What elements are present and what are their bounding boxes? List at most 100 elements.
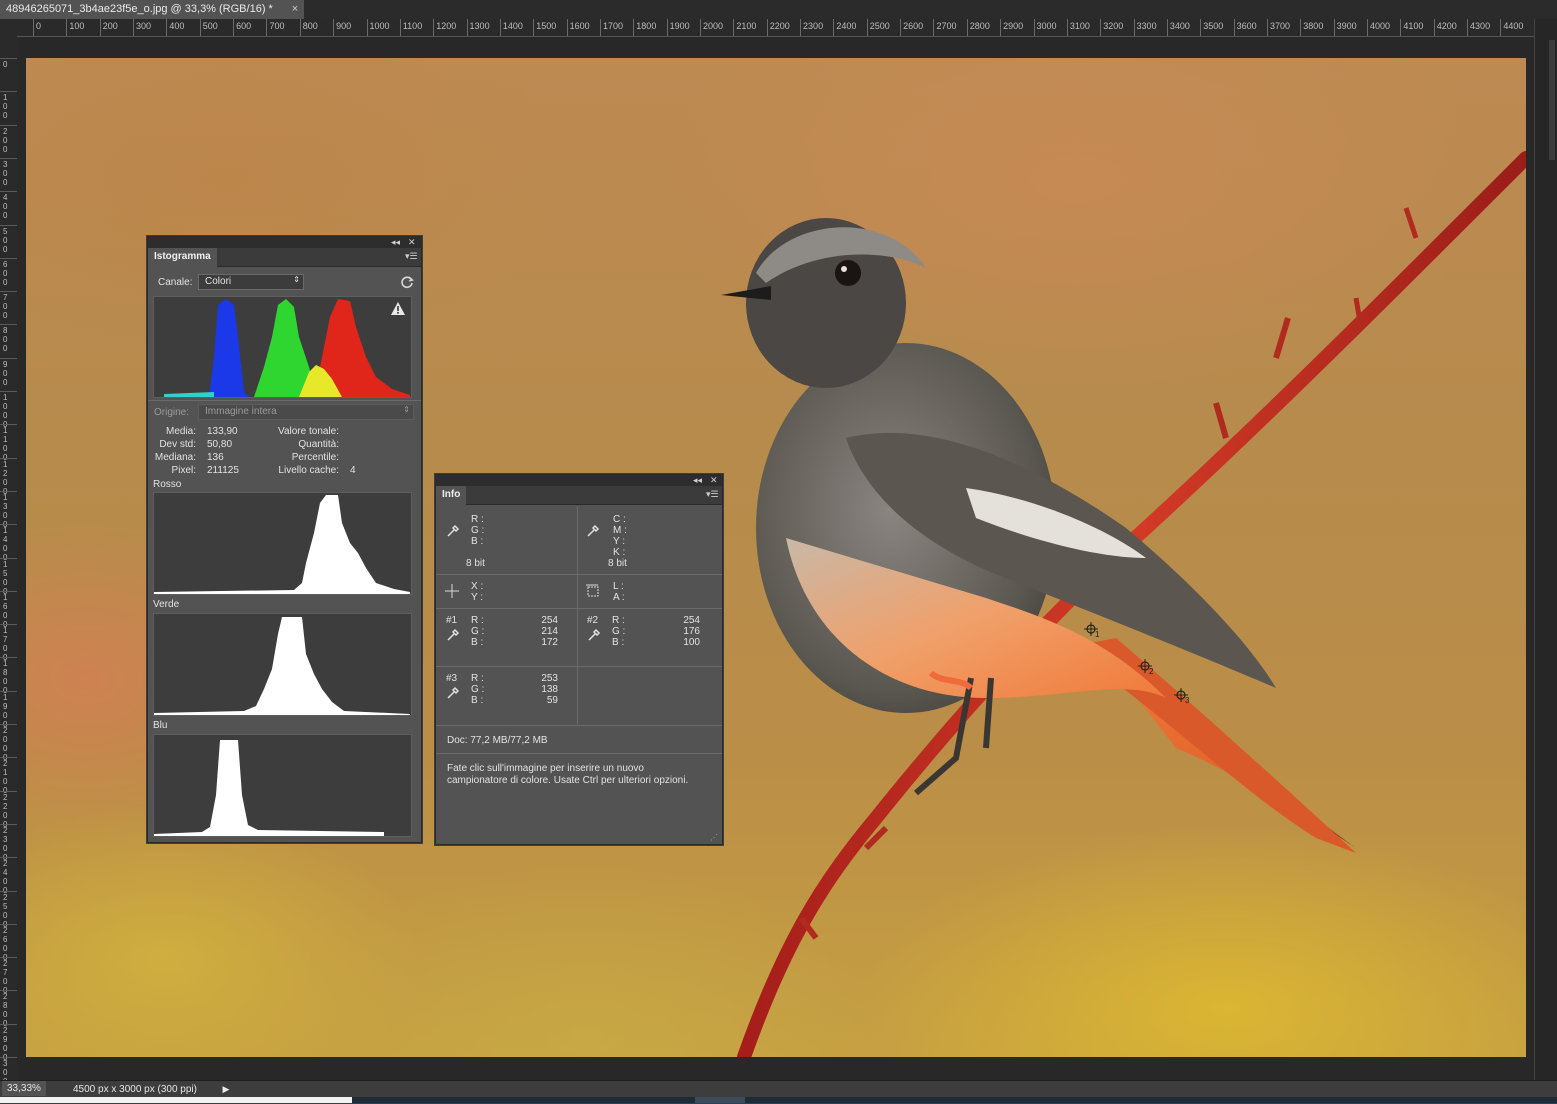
ruler-tick xyxy=(1233,19,1235,36)
rgb-label-g: G : xyxy=(471,525,485,536)
sampler-number: 2 xyxy=(1149,667,1154,676)
color-sampler-marker[interactable]: 3 xyxy=(1174,688,1192,706)
color-sampler-marker[interactable]: 2 xyxy=(1138,659,1156,677)
eyedropper-icon[interactable] xyxy=(446,628,460,642)
zoom-input[interactable]: 33,33% xyxy=(2,1081,46,1096)
taskbar-item xyxy=(695,1097,745,1103)
collapse-panel-icon[interactable]: ◂◂ xyxy=(693,475,702,486)
stat-label: Mediana: xyxy=(154,452,196,463)
stat-label: Quantità: xyxy=(298,439,339,450)
ruler-tick-label: 2500 xyxy=(869,21,890,31)
source-select[interactable]: Immagine intera ⇕ xyxy=(198,404,414,420)
ruler-tick-label: 2700 xyxy=(936,21,957,31)
tab-info[interactable]: Info xyxy=(436,486,467,505)
ruler-tick-label: 100 xyxy=(69,21,85,31)
ruler-tick xyxy=(0,291,17,293)
sampler-value: 254 xyxy=(541,615,558,626)
ruler-tick xyxy=(1100,19,1102,36)
ruler-tick-label: 2900 xyxy=(1003,21,1024,31)
status-menu-arrow-icon[interactable]: ▶ xyxy=(220,1082,232,1096)
ruler-tick xyxy=(0,1057,17,1058)
ruler-tick-label: 200 xyxy=(3,126,8,154)
ruler-tick xyxy=(399,19,401,36)
stat-value: 4 xyxy=(350,465,356,476)
close-panel-icon[interactable]: ✕ xyxy=(710,475,718,486)
ruler-tick xyxy=(0,557,17,559)
collapse-panel-icon[interactable]: ◂◂ xyxy=(391,237,400,248)
sampler-value: 254 xyxy=(683,615,700,626)
ruler-tick xyxy=(833,19,835,36)
sampler-label: G : xyxy=(471,626,485,637)
ruler-tick xyxy=(466,19,468,36)
coord-label-y: Y : xyxy=(471,592,484,603)
ruler-tick xyxy=(1400,19,1402,36)
close-tab-icon[interactable]: × xyxy=(288,0,302,19)
ruler-tick-label: 3200 xyxy=(1103,21,1124,31)
ruler-tick xyxy=(0,823,17,825)
ruler-tick-label: 400 xyxy=(169,21,185,31)
channel-title-blue: Blu xyxy=(153,720,168,731)
ruler-tick xyxy=(0,724,17,725)
refresh-icon[interactable] xyxy=(400,275,414,289)
ruler-tick xyxy=(866,19,868,36)
ruler-tick xyxy=(1300,19,1302,36)
document-size-info[interactable]: 4500 px x 3000 px (300 ppi) xyxy=(62,1082,222,1097)
source-divider xyxy=(148,400,421,401)
ruler-tick xyxy=(0,391,17,392)
eyedropper-icon[interactable] xyxy=(446,524,460,538)
ruler-tick xyxy=(299,19,301,36)
cache-warning-icon[interactable] xyxy=(391,302,405,315)
panel-menu-icon[interactable]: ▾☰ xyxy=(405,251,418,261)
close-panel-icon[interactable]: ✕ xyxy=(408,237,416,248)
ruler-tick xyxy=(0,890,17,892)
ruler-tick xyxy=(0,91,17,93)
ruler-horizontal[interactable]: 0 100 200 300 400 500 600 700 800 900 1000 1100 1200… xyxy=(16,19,1534,37)
sampler-label: B : xyxy=(471,637,484,648)
ruler-tick xyxy=(166,19,168,36)
ruler-tick xyxy=(0,690,17,692)
ruler-tick xyxy=(499,19,501,36)
ruler-tick-label: 4200 xyxy=(1436,21,1457,31)
panel-title-bar[interactable] xyxy=(148,237,421,248)
panel-title-bar[interactable] xyxy=(436,475,722,486)
eyedropper-icon[interactable] xyxy=(586,524,600,538)
tab-histogram[interactable]: Istogramma xyxy=(148,248,217,267)
ruler-tick xyxy=(0,657,17,659)
panel-menu-icon[interactable]: ▾☰ xyxy=(706,489,719,499)
red-histogram-graph xyxy=(154,495,410,594)
select-arrows-icon: ⇕ xyxy=(403,405,410,414)
eyedropper-icon[interactable] xyxy=(446,686,460,700)
channel-title-red: Rosso xyxy=(153,479,182,490)
document-tab[interactable]: 48946265071_3b4ae23f5e_o.jpg @ 33,3% (RG… xyxy=(0,0,304,19)
info-divider xyxy=(436,666,722,667)
histogram-graph xyxy=(164,299,410,397)
ruler-tick-label: 1100 xyxy=(402,21,423,31)
rgb-label-b: B : xyxy=(471,536,484,547)
ruler-tick xyxy=(733,19,735,36)
scrollbar-thumb[interactable] xyxy=(1549,40,1555,160)
ruler-tick xyxy=(700,19,701,36)
size-label-l: L : xyxy=(613,581,624,592)
info-divider xyxy=(436,574,722,575)
ruler-tick-label: 800 xyxy=(3,326,8,354)
ruler-tick-label: 600 xyxy=(236,21,252,31)
ruler-tick xyxy=(1367,19,1368,36)
resize-grip-icon[interactable]: ⋰ xyxy=(710,833,720,842)
ruler-tick xyxy=(1066,19,1068,36)
ruler-tick xyxy=(333,19,335,36)
color-sampler-marker[interactable]: 1 xyxy=(1084,622,1102,640)
ruler-tick-label: 300 xyxy=(136,21,152,31)
ruler-tick-label: 600 xyxy=(3,259,8,287)
channel-label: Canale: xyxy=(158,277,193,288)
ruler-tick-label: 900 xyxy=(3,359,8,387)
coord-label-x: X : xyxy=(471,581,484,592)
channel-select[interactable]: Colori ⇕ xyxy=(198,274,304,290)
ruler-tick-label: 700 xyxy=(269,21,285,31)
info-panel: ◂◂ ✕ Info ▾☰ R : G : B : 8 bit C : M : Y… xyxy=(435,474,723,845)
ruler-tick-label: 1700 xyxy=(602,21,623,31)
ruler-tick-label: 1900 xyxy=(669,21,690,31)
ruler-vertical[interactable]: 0100200300400500600700800900100011001200… xyxy=(0,36,18,1095)
eyedropper-icon[interactable] xyxy=(587,628,601,642)
ruler-tick xyxy=(566,19,568,36)
vertical-scrollbar[interactable] xyxy=(1534,19,1557,1080)
